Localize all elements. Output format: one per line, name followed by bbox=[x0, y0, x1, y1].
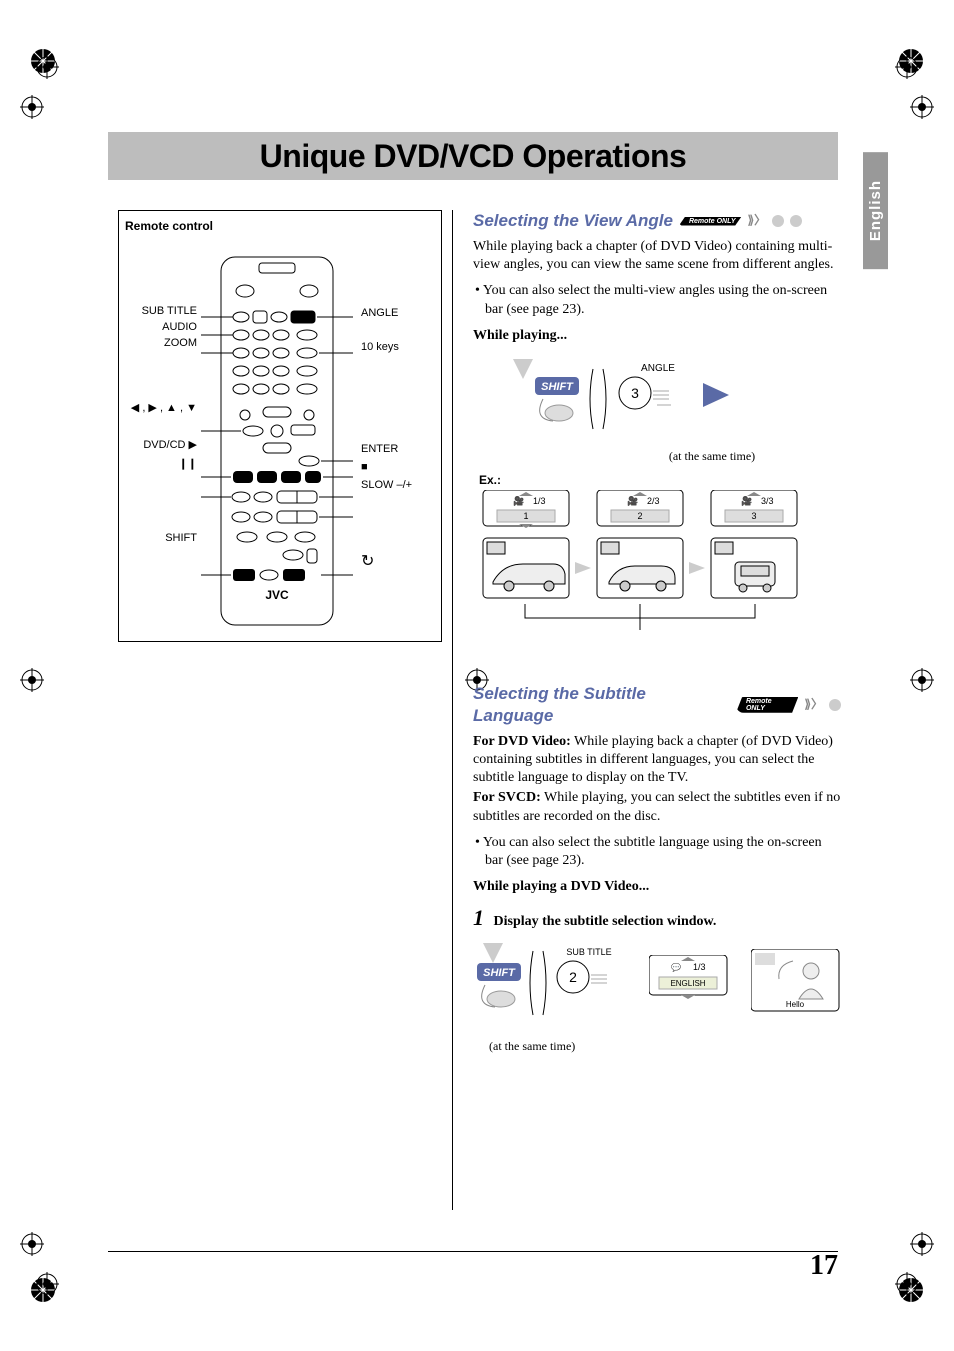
svg-text:🎥: 🎥 bbox=[741, 495, 752, 506]
page-number: 17 bbox=[810, 1250, 838, 1282]
title-bar: Unique DVD/VCD Operations bbox=[108, 132, 838, 180]
angle-bullet: • You can also select the multi-view ang… bbox=[473, 282, 841, 318]
left-column: Remote control SUB TITLE AUDIO ZOOM ◀ , … bbox=[108, 210, 453, 1210]
label-repeat: ↻ bbox=[361, 551, 426, 571]
page-title: Unique DVD/VCD Operations bbox=[260, 138, 687, 175]
right-column: Selecting the View Angle Remote ONLY ⟫〉 … bbox=[473, 210, 841, 1210]
label-stop: ■ bbox=[361, 461, 426, 473]
angle-p1: While playing back a chapter (of DVD Vid… bbox=[473, 238, 841, 274]
heading-text: Selecting the Subtitle Language bbox=[473, 683, 730, 727]
svg-text:🎥: 🎥 bbox=[627, 495, 638, 506]
angle-key-label: ANGLE bbox=[641, 363, 675, 374]
angle-1-3: 1/3 bbox=[533, 496, 546, 506]
svg-text:2: 2 bbox=[569, 969, 577, 985]
label-zoom: ZOOM bbox=[125, 337, 197, 349]
dot-icon bbox=[829, 699, 841, 711]
angle-num-2: 2 bbox=[637, 511, 642, 521]
crop-mark bbox=[20, 95, 44, 119]
osd-subtitle-index: 1/3 bbox=[693, 962, 706, 972]
same-time-caption-2: (at the same time) bbox=[489, 1039, 841, 1055]
angle-3-3: 3/3 bbox=[761, 496, 774, 506]
heading-view-angle: Selecting the View Angle Remote ONLY ⟫〉 bbox=[473, 210, 841, 232]
remote-control-box: Remote control SUB TITLE AUDIO ZOOM ◀ , … bbox=[118, 210, 442, 642]
label-dvdcd: DVD/CD ▶ bbox=[125, 438, 197, 451]
for-svcd-lead: For SVCD: bbox=[473, 790, 541, 805]
remote-labels-right: ANGLE 10 keys ENTER ■ SLOW –/+ ↻ bbox=[357, 251, 426, 571]
subtitle-osd: 💬 1/3 ENGLISH bbox=[649, 955, 729, 1005]
dot-icon bbox=[772, 215, 784, 227]
disc-icon: ⟫〉 bbox=[804, 697, 823, 713]
dot-icon bbox=[790, 215, 802, 227]
shift-angle-diagram: SHIFT ANGLE 3 bbox=[503, 359, 753, 439]
disc-icon: ⟫〉 bbox=[748, 213, 767, 229]
subtitle-tv-screen: Hello bbox=[751, 949, 841, 1015]
crop-mark bbox=[895, 55, 919, 79]
svg-text:💬: 💬 bbox=[671, 962, 681, 972]
angle-2-3: 2/3 bbox=[647, 496, 660, 506]
page-bottom-rule bbox=[108, 1251, 838, 1252]
label-slow: SLOW –/+ bbox=[361, 479, 426, 491]
label-10keys: 10 keys bbox=[361, 341, 426, 353]
svg-text:SHIFT: SHIFT bbox=[483, 967, 516, 979]
label-pause: ❙❙ bbox=[125, 457, 197, 470]
heading-subtitle: Selecting the Subtitle Language Remote O… bbox=[473, 683, 841, 727]
osd-camera-icon: 🎥 bbox=[513, 495, 524, 506]
crop-mark bbox=[20, 668, 44, 692]
for-dvd-lead: For DVD Video: bbox=[473, 734, 571, 749]
step-number-1: 1 bbox=[473, 905, 484, 930]
shift-subtitle-diagram: SHIFT SUB TITLE 2 bbox=[477, 943, 627, 1033]
remote-diagram: JVC bbox=[197, 251, 357, 631]
label-enter: ENTER bbox=[361, 443, 426, 455]
angle-num-3: 3 bbox=[751, 511, 756, 521]
step-1-text: Display the subtitle selection window. bbox=[494, 914, 717, 929]
remote-box-title: Remote control bbox=[125, 219, 435, 233]
svg-text:SUB TITLE: SUB TITLE bbox=[566, 947, 611, 957]
label-audio: AUDIO bbox=[125, 321, 197, 333]
remote-labels-left: SUB TITLE AUDIO ZOOM ◀ , ▶ , ▲ , ▼ DVD/C… bbox=[125, 251, 197, 544]
label-arrows: ◀ , ▶ , ▲ , ▼ bbox=[125, 401, 197, 414]
language-tab: English bbox=[863, 152, 888, 269]
label-shift: SHIFT bbox=[125, 532, 197, 544]
heading-text: Selecting the View Angle bbox=[473, 210, 673, 232]
subtitle-diagram-row: SHIFT SUB TITLE 2 💬 1/3 ENGLISH bbox=[477, 943, 841, 1033]
crop-mark bbox=[895, 1272, 919, 1296]
crop-mark bbox=[910, 1232, 934, 1256]
example-label: Ex.: bbox=[479, 473, 841, 489]
subtitle-bullet: • You can also select the subtitle langu… bbox=[473, 834, 841, 870]
crop-mark bbox=[20, 1232, 44, 1256]
brand-text: JVC bbox=[265, 588, 289, 602]
osd-subtitle-lang: ENGLISH bbox=[670, 979, 705, 988]
remote-only-badge: Remote ONLY bbox=[736, 697, 798, 713]
while-playing-dvd: While playing a DVD Video... bbox=[473, 878, 841, 896]
angle-example-grid: 🎥1/3 1 🎥2/3 2 � bbox=[479, 490, 809, 650]
remote-only-badge: Remote ONLY bbox=[679, 217, 742, 226]
while-playing: While playing... bbox=[473, 327, 841, 345]
crop-mark bbox=[35, 55, 59, 79]
crop-mark bbox=[35, 1272, 59, 1296]
same-time-caption: (at the same time) bbox=[583, 449, 841, 465]
angle-key-number: 3 bbox=[631, 385, 639, 401]
crop-mark bbox=[910, 668, 934, 692]
subtitle-hello: Hello bbox=[786, 1000, 805, 1009]
label-angle: ANGLE bbox=[361, 307, 426, 319]
crop-mark bbox=[910, 95, 934, 119]
angle-num-1: 1 bbox=[523, 511, 528, 521]
page-content: Unique DVD/VCD Operations English Remote… bbox=[108, 132, 838, 1232]
label-subtitle: SUB TITLE bbox=[125, 305, 197, 317]
shift-label: SHIFT bbox=[541, 381, 574, 393]
